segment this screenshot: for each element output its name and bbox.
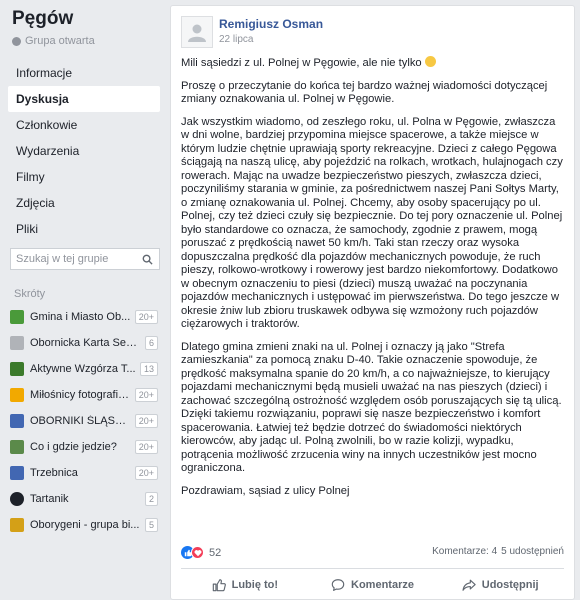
thumbs-up-icon — [212, 579, 226, 592]
author-avatar[interactable] — [181, 16, 213, 48]
post-card: Remigiusz Osman 22 lipca Mili sąsiedzi z… — [170, 5, 575, 600]
nav-item-dyskusja[interactable]: Dyskusja — [8, 86, 160, 112]
post-timestamp[interactable]: 22 lipca — [219, 34, 253, 45]
shortcut-badge: 20+ — [134, 440, 158, 454]
nav-item-pliki[interactable]: Pliki — [8, 216, 160, 242]
group-thumbnail-icon — [10, 362, 24, 376]
reactions-summary[interactable]: 52 — [181, 546, 221, 559]
shortcut-label: Gmina i Miasto Ob... — [30, 311, 131, 323]
search-icon[interactable] — [135, 249, 159, 269]
shortcut-label: Miłośnicy fotografii ... — [30, 389, 131, 401]
group-type-label: Grupa otwarta — [25, 35, 95, 47]
shortcut-item[interactable]: Obornicka Karta Sen... 6 — [10, 330, 158, 356]
actions-divider — [181, 568, 564, 569]
post-paragraph: Dlatego gmina zmieni znaki na ul. Polnej… — [181, 340, 562, 475]
nav-item-informacje[interactable]: Informacje — [8, 60, 160, 86]
post-body: Mili sąsiedzi z ul. Polnej w Pęgowie, al… — [181, 56, 566, 507]
group-thumbnail-icon — [10, 466, 24, 480]
group-nav: Informacje Dyskusja Członkowie Wydarzeni… — [8, 60, 160, 242]
shortcut-item[interactable]: Oborygeni - grupa bi... 5 — [10, 512, 158, 538]
group-thumbnail-icon — [10, 440, 24, 454]
globe-icon — [12, 36, 21, 46]
group-privacy: Grupa otwarta — [12, 35, 95, 47]
shortcuts-list: Gmina i Miasto Ob... 20+ Obornicka Karta… — [10, 304, 158, 538]
shortcut-label: Aktywne Wzgórza T... — [30, 363, 136, 375]
nav-item-wydarzenia[interactable]: Wydarzenia — [8, 138, 160, 164]
post-author[interactable]: Remigiusz Osman — [219, 17, 323, 31]
comments-count-link[interactable]: Komentarze: 4 — [432, 546, 497, 557]
like-button-label: Lubię to! — [231, 579, 279, 591]
shortcut-item[interactable]: Aktywne Wzgórza T... 13 — [10, 356, 158, 382]
shortcut-badge: 2 — [144, 492, 158, 506]
post-paragraph: Pozdrawiam, sąsiad z ulicy Polnej — [181, 484, 350, 497]
shortcut-badge: 20+ — [134, 414, 158, 428]
shortcut-item[interactable]: Trzebnica 20+ — [10, 460, 158, 486]
shortcut-badge: 20+ — [134, 388, 158, 402]
group-name[interactable]: Pęgów — [12, 8, 73, 30]
post-stats: Komentarze: 4 5 udostępnień — [432, 546, 564, 557]
nav-item-filmy[interactable]: Filmy — [8, 164, 160, 190]
reaction-count: 52 — [209, 546, 222, 559]
love-reaction-icon — [191, 546, 204, 559]
speech-bubble-icon — [331, 579, 345, 591]
share-button-label: Udostępnij — [481, 579, 539, 591]
post-paragraph: Proszę o przeczytanie do końca tej bardz… — [181, 79, 548, 106]
shortcut-badge: 5 — [144, 518, 158, 532]
shortcut-badge: 6 — [144, 336, 158, 350]
shortcut-label: OBORNIKI ŚLĄSKI... — [30, 415, 131, 427]
share-button[interactable]: Udostępnij — [436, 572, 564, 598]
group-thumbnail-icon — [10, 336, 24, 350]
shortcuts-header: Skróty — [14, 288, 46, 300]
nav-item-zdjecia[interactable]: Zdjęcia — [8, 190, 160, 216]
shortcut-label: Co i gdzie jedzie? — [30, 441, 117, 453]
shortcut-item[interactable]: Miłośnicy fotografii ... 20+ — [10, 382, 158, 408]
comment-button[interactable]: Komentarze — [309, 572, 437, 598]
comment-button-label: Komentarze — [351, 579, 414, 591]
shortcut-badge: 20+ — [134, 466, 158, 480]
shares-count-link[interactable]: 5 udostępnień — [501, 546, 564, 557]
user-silhouette-icon — [188, 24, 206, 42]
post-paragraph: Mili sąsiedzi z ul. Polnej w Pęgowie, al… — [181, 57, 422, 69]
shortcut-item[interactable]: Gmina i Miasto Ob... 20+ — [10, 304, 158, 330]
group-search — [10, 248, 160, 270]
post-actions: Lubię to! Komentarze Udostępnij — [181, 572, 564, 598]
group-thumbnail-icon — [10, 518, 24, 532]
shortcut-label: Obornicka Karta Sen... — [30, 337, 141, 349]
group-thumbnail-icon — [10, 310, 24, 324]
shortcut-item[interactable]: Tartanik 2 — [10, 486, 158, 512]
shortcut-badge: 20+ — [134, 310, 158, 324]
left-sidebar: Pęgów Grupa otwarta Informacje Dyskusja … — [0, 0, 165, 600]
like-button[interactable]: Lubię to! — [181, 572, 309, 598]
shortcut-item[interactable]: Co i gdzie jedzie? 20+ — [10, 434, 158, 460]
post-paragraph: Jak wszystkim wiadomo, od zeszłego roku,… — [181, 115, 563, 331]
group-search-input[interactable] — [11, 253, 135, 265]
group-thumbnail-icon — [10, 388, 24, 402]
shortcut-item[interactable]: OBORNIKI ŚLĄSKI... 20+ — [10, 408, 158, 434]
group-thumbnail-icon — [10, 492, 24, 506]
group-thumbnail-icon — [10, 414, 24, 428]
shortcut-label: Tartanik — [30, 493, 69, 505]
shortcut-label: Oborygeni - grupa bi... — [30, 519, 140, 531]
shortcut-badge: 13 — [139, 362, 158, 376]
smile-emoji-icon — [424, 56, 436, 67]
share-arrow-icon — [462, 579, 476, 591]
nav-item-czlonkowie[interactable]: Członkowie — [8, 112, 160, 138]
shortcut-label: Trzebnica — [30, 467, 78, 479]
